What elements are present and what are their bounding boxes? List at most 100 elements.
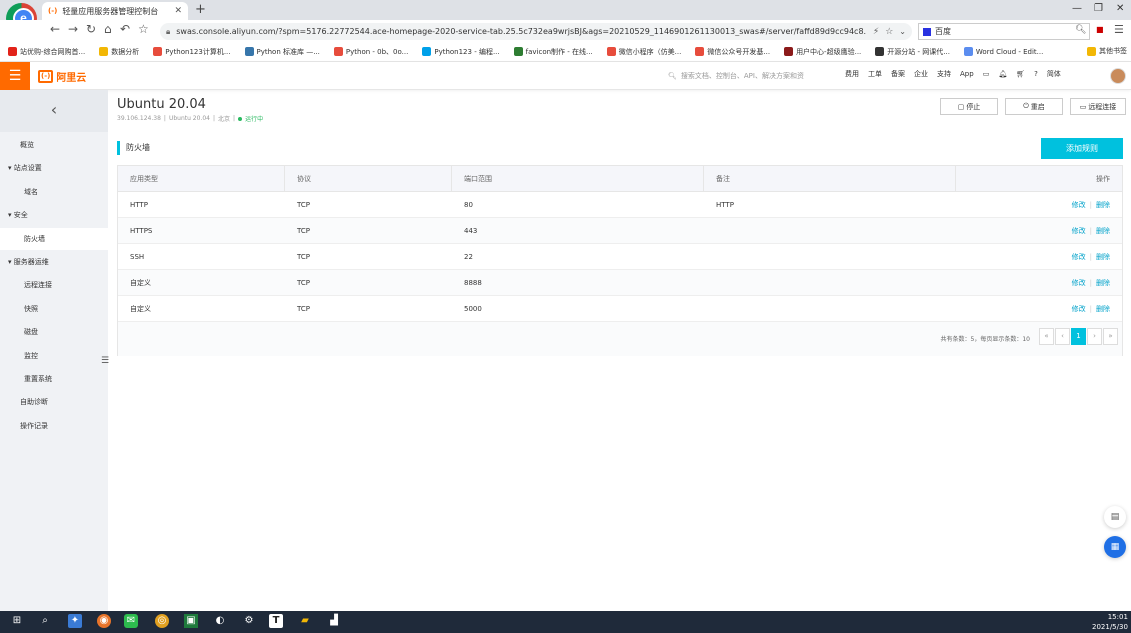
file-explorer-icon[interactable]: ▰ [298,614,312,628]
help-icon[interactable]: ? [1034,70,1038,78]
apps-grid-icon[interactable]: ▦ [1104,536,1126,558]
top-nav-item[interactable]: 备案 [891,69,905,79]
new-tab-button[interactable]: + [195,2,206,17]
stop-button[interactable]: ▢ 停止 [940,98,998,115]
search-engine-box[interactable]: 百度 [918,23,1090,40]
bookmark-item[interactable]: 微信小程序（仿美... [606,47,681,57]
bookmark-item[interactable]: 站优购-综合网购首... [8,47,85,57]
collapse-sidebar-icon[interactable]: ☰ [101,356,109,366]
chrome-icon[interactable]: ◎ [155,614,169,628]
cell-protocol: TCP [297,201,310,209]
delete-link[interactable]: 删除 [1096,218,1110,244]
delete-link[interactable]: 删除 [1096,270,1110,296]
sidebar-item[interactable]: 重置系统 [0,368,108,390]
top-nav-item[interactable]: 工单 [868,69,882,79]
top-nav-item[interactable]: 支持 [937,69,951,79]
top-nav-item[interactable]: 费用 [845,69,859,79]
sidebar-item[interactable]: 监控 [0,345,108,367]
edit-link[interactable]: 修改 [1072,244,1086,270]
minimize-icon[interactable]: — [1072,3,1082,14]
sidebar-item[interactable]: 快照 [0,298,108,320]
sidebar-item[interactable]: 远程连接 [0,274,108,296]
taskbar-search-icon[interactable]: ⌕ [38,614,52,628]
browser-tab[interactable]: (-) 轻量应用服务器管理控制台 ✕ [42,2,188,20]
window-close-icon[interactable]: ✕ [1116,3,1124,14]
back-chevron-icon[interactable]: ‹ [0,90,108,132]
undo-icon[interactable]: ↶ [120,22,130,36]
forward-icon[interactable]: → [68,22,78,36]
first-page-button[interactable]: « [1039,328,1054,345]
sidebar-item[interactable]: ▾ 站点设置 [0,157,108,179]
screen-icon[interactable]: ▭ [983,70,990,78]
prev-page-button[interactable]: ‹ [1055,328,1070,345]
delete-link[interactable]: 删除 [1096,244,1110,270]
close-tab-icon[interactable]: ✕ [174,6,182,16]
menu-icon[interactable]: ☰ [1114,23,1124,36]
sidebar-item[interactable]: 概览 [0,134,108,156]
home-icon[interactable]: ⌂ [104,22,112,36]
sidebar-item[interactable]: 操作记录 [0,415,108,437]
edit-link[interactable]: 修改 [1072,296,1086,322]
top-nav-item[interactable]: App [960,70,974,78]
search-icon[interactable]: 🔍︎ [1075,25,1086,35]
taskbar-browser-icon[interactable]: ◉ [97,614,111,628]
edit-link[interactable]: 修改 [1072,218,1086,244]
bell-icon[interactable]: 🔔︎ [998,70,1007,78]
console-search-input[interactable]: 🔍︎ 搜索文档、控制台、API、解决方案和资 [668,69,838,83]
dropdown-icon[interactable]: ⌄ [899,27,906,36]
bookmark-item[interactable]: Word Cloud - Edit... [963,47,1043,56]
bookmark-item[interactable]: 开源分站 - 网课代... [875,47,950,57]
pycharm-icon[interactable]: ▣ [184,614,198,628]
typora-icon[interactable]: T [269,614,283,628]
bookmark-item[interactable]: Python123 - 编程... [422,47,500,57]
sidebar-item[interactable]: 自助诊断 [0,391,108,413]
back-icon[interactable]: ← [50,22,60,36]
edit-link[interactable]: 修改 [1072,270,1086,296]
delete-link[interactable]: 删除 [1096,296,1110,322]
sidebar-item[interactable]: 磁盘 [0,321,108,343]
extension-icon[interactable]: ■ [1096,25,1104,34]
sidebar-item[interactable]: ▾ 服务器运维 [0,251,108,273]
bookmark-item[interactable]: favicon制作 - 在线... [513,47,593,57]
edit-link[interactable]: 修改 [1072,192,1086,218]
url-text[interactable]: swas.console.aliyun.com/?spm=5176.227725… [176,27,867,36]
restart-button[interactable]: ⏻ 重启 [1005,98,1063,115]
taskbar-app-icon[interactable]: ✦ [68,614,82,628]
top-nav-item[interactable]: 企业 [914,69,928,79]
remote-connect-button[interactable]: ▭ 远程连接 [1070,98,1126,115]
star-outline-icon[interactable]: ☆ [138,22,149,36]
maximize-icon[interactable]: ❐ [1094,3,1103,14]
lightning-icon[interactable]: ⚡ [873,27,879,37]
next-page-button[interactable]: › [1087,328,1102,345]
sidebar-item[interactable]: 防火墙 [0,227,108,250]
bookmark-label: 微信公众号开发基... [707,47,771,56]
bookmark-star-icon[interactable]: ☆ [885,27,893,37]
last-page-button[interactable]: » [1103,328,1118,345]
cart-icon[interactable]: 🛒︎ [1016,70,1025,78]
windows-start-icon[interactable]: ⊞ [10,614,24,628]
bookmark-item[interactable]: 用户中心-超级鹰验... [784,47,861,57]
search-placeholder: 搜索文档、控制台、API、解决方案和资 [680,72,804,80]
media-app-icon[interactable]: ◐ [213,614,227,628]
other-bookmarks[interactable]: 其他书签 [1087,46,1127,56]
address-bar[interactable]: 🔒︎ swas.console.aliyun.com/?spm=5176.227… [160,23,912,40]
aliyun-logo[interactable]: (-) 阿里云 [38,69,86,84]
delete-link[interactable]: 删除 [1096,192,1110,218]
add-rule-button[interactable]: 添加规则 [1041,138,1123,159]
bookmark-item[interactable]: Python - 0b、0o... [333,47,408,57]
reload-icon[interactable]: ↻ [86,22,96,36]
avatar[interactable] [1110,68,1126,84]
wechat-icon[interactable]: ✉ [124,614,138,628]
language-switch[interactable]: 简体 [1047,69,1061,79]
bookmark-item[interactable]: 数据分析 [99,47,139,57]
bookmark-item[interactable]: Python123计算机... [153,47,231,57]
page-1-button[interactable]: 1 [1071,328,1086,345]
window-app-icon[interactable]: ▟ [327,614,341,628]
bookmark-item[interactable]: 微信公众号开发基... [695,47,770,57]
bookmark-item[interactable]: Python 标准库 —... [244,47,320,57]
hamburger-menu-icon[interactable]: ☰ [0,62,30,90]
sidebar-item[interactable]: ▾ 安全 [0,204,108,226]
settings-gear-icon[interactable]: ⚙ [242,614,256,628]
sidebar-item[interactable]: 域名 [0,181,108,203]
feedback-chat-icon[interactable]: ▤ [1104,506,1126,528]
